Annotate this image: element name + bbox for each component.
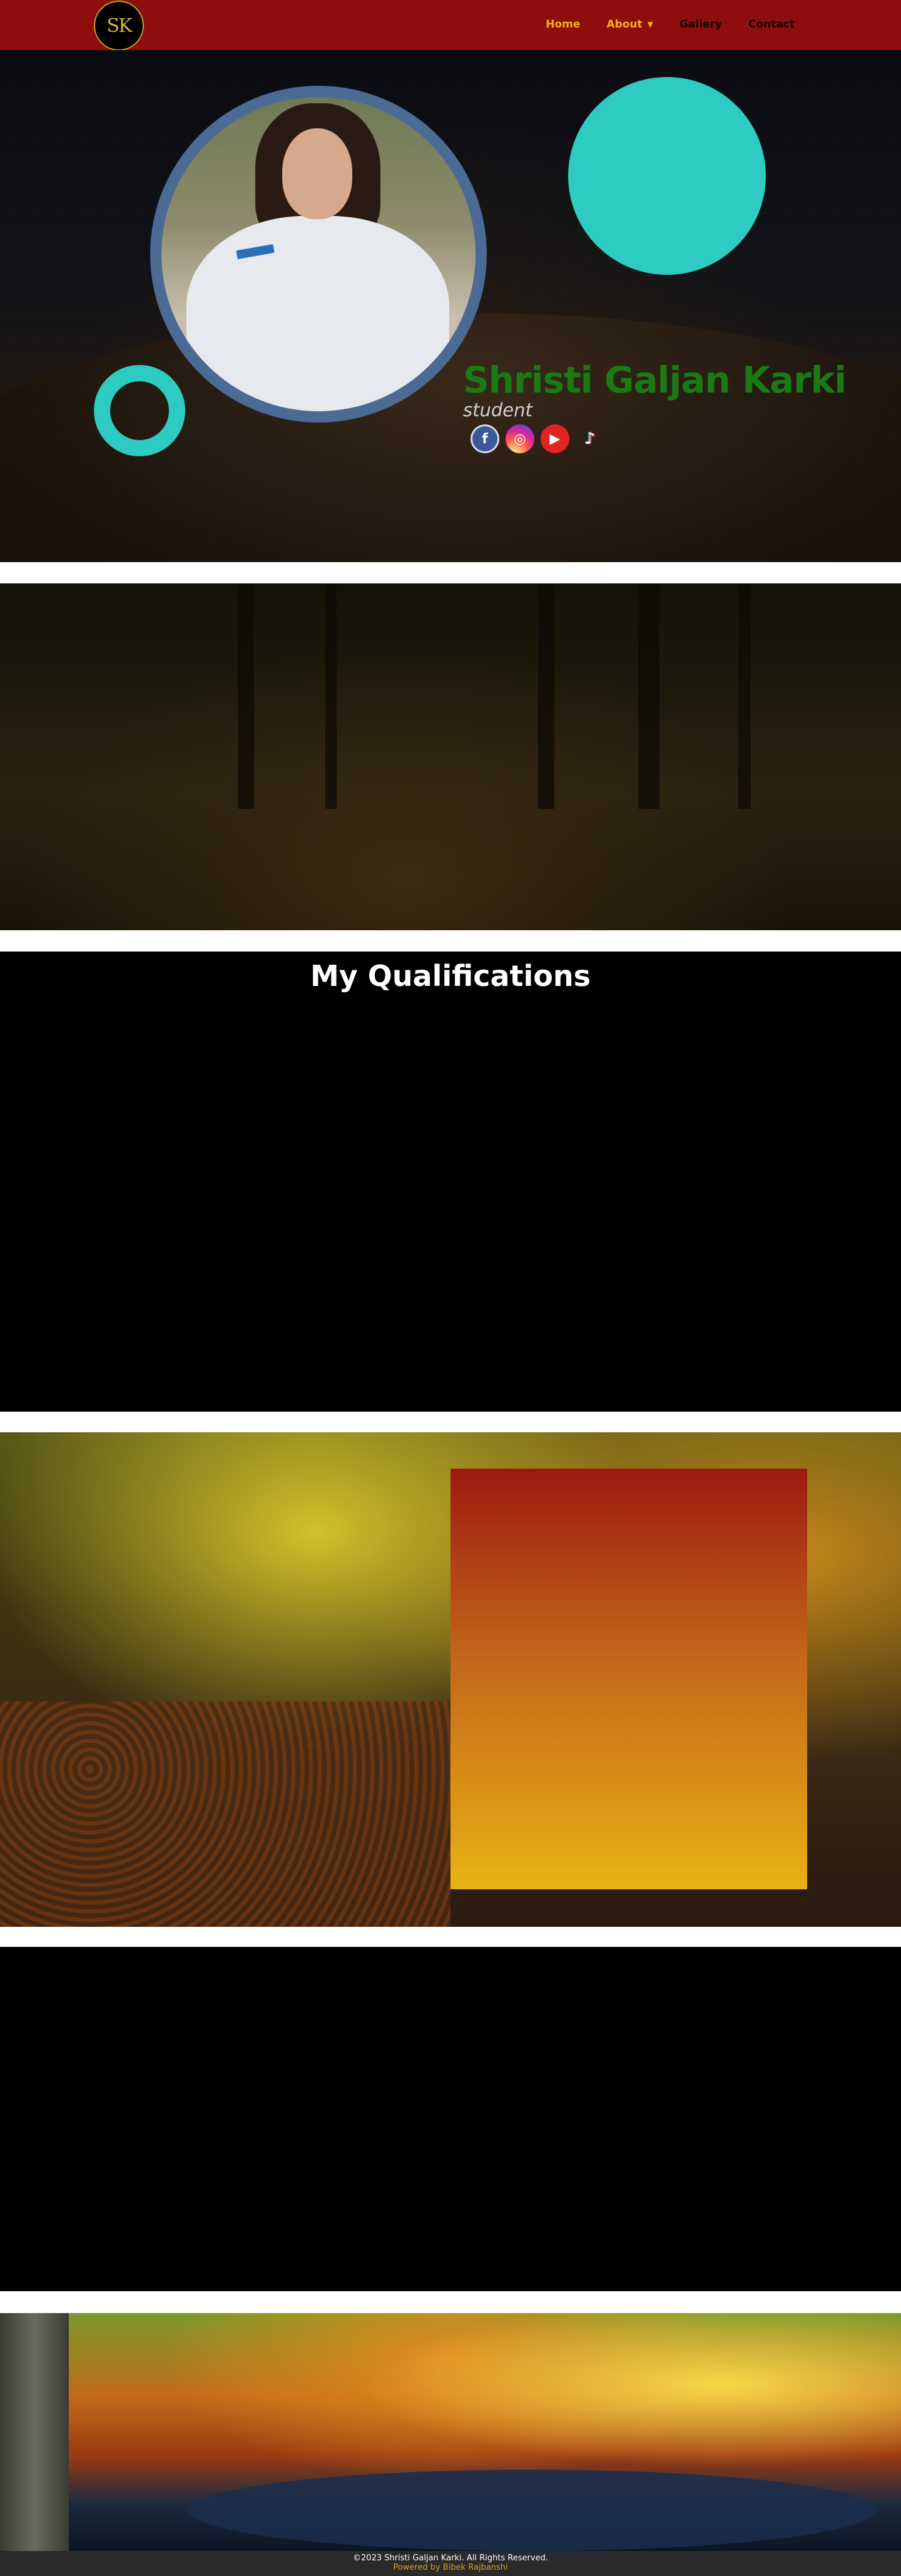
qualifications-title: My Qualifications (310, 959, 591, 993)
decorative-cyan-ring (94, 365, 185, 456)
empty-dark-section (0, 1947, 901, 2291)
qualifications-section: My Qualifications (0, 952, 901, 1412)
hero-section: Shristi Galjan Karki student f ◎ ▶ ♪ (0, 50, 901, 562)
footer-powered-by[interactable]: Powered by Bibek Rajbanshi (0, 2563, 901, 2572)
top-navbar: SK Home About ▼ Gallery Contact (0, 0, 901, 51)
autumn-leaves (0, 1701, 450, 1927)
facebook-icon[interactable]: f (471, 424, 499, 453)
footer-copyright: ©2023 Shristi Galjan Karki. All Rights R… (353, 2553, 548, 2563)
hero-role: student (463, 399, 532, 421)
profile-photo (161, 97, 476, 411)
decorative-cyan-circle (568, 77, 766, 275)
profile-photo-frame (150, 86, 487, 423)
nav-contact-link[interactable]: Contact (748, 18, 795, 31)
forest-background-section (0, 583, 901, 930)
gradient-card (450, 1469, 807, 1889)
nav-menu: Home About ▼ Gallery Contact (519, 18, 795, 31)
site-logo[interactable]: SK (94, 1, 144, 51)
chevron-down-icon: ▼ (647, 20, 653, 29)
tiktok-icon[interactable]: ♪ (576, 424, 604, 453)
footer: ©2023 Shristi Galjan Karki. All Rights R… (0, 2551, 901, 2576)
logo-text: SK (106, 14, 133, 37)
hero-name: Shristi Galjan Karki (463, 359, 847, 401)
autumn-background-section (0, 1432, 901, 1927)
nav-home-link[interactable]: Home (546, 18, 580, 31)
nav-gallery-link[interactable]: Gallery (680, 18, 722, 31)
nav-about-dropdown[interactable]: About ▼ (606, 18, 653, 31)
autumn-panorama-image (0, 2313, 901, 2551)
instagram-icon[interactable]: ◎ (506, 424, 534, 453)
youtube-icon[interactable]: ▶ (541, 424, 569, 453)
social-links: f ◎ ▶ ♪ (471, 424, 604, 453)
